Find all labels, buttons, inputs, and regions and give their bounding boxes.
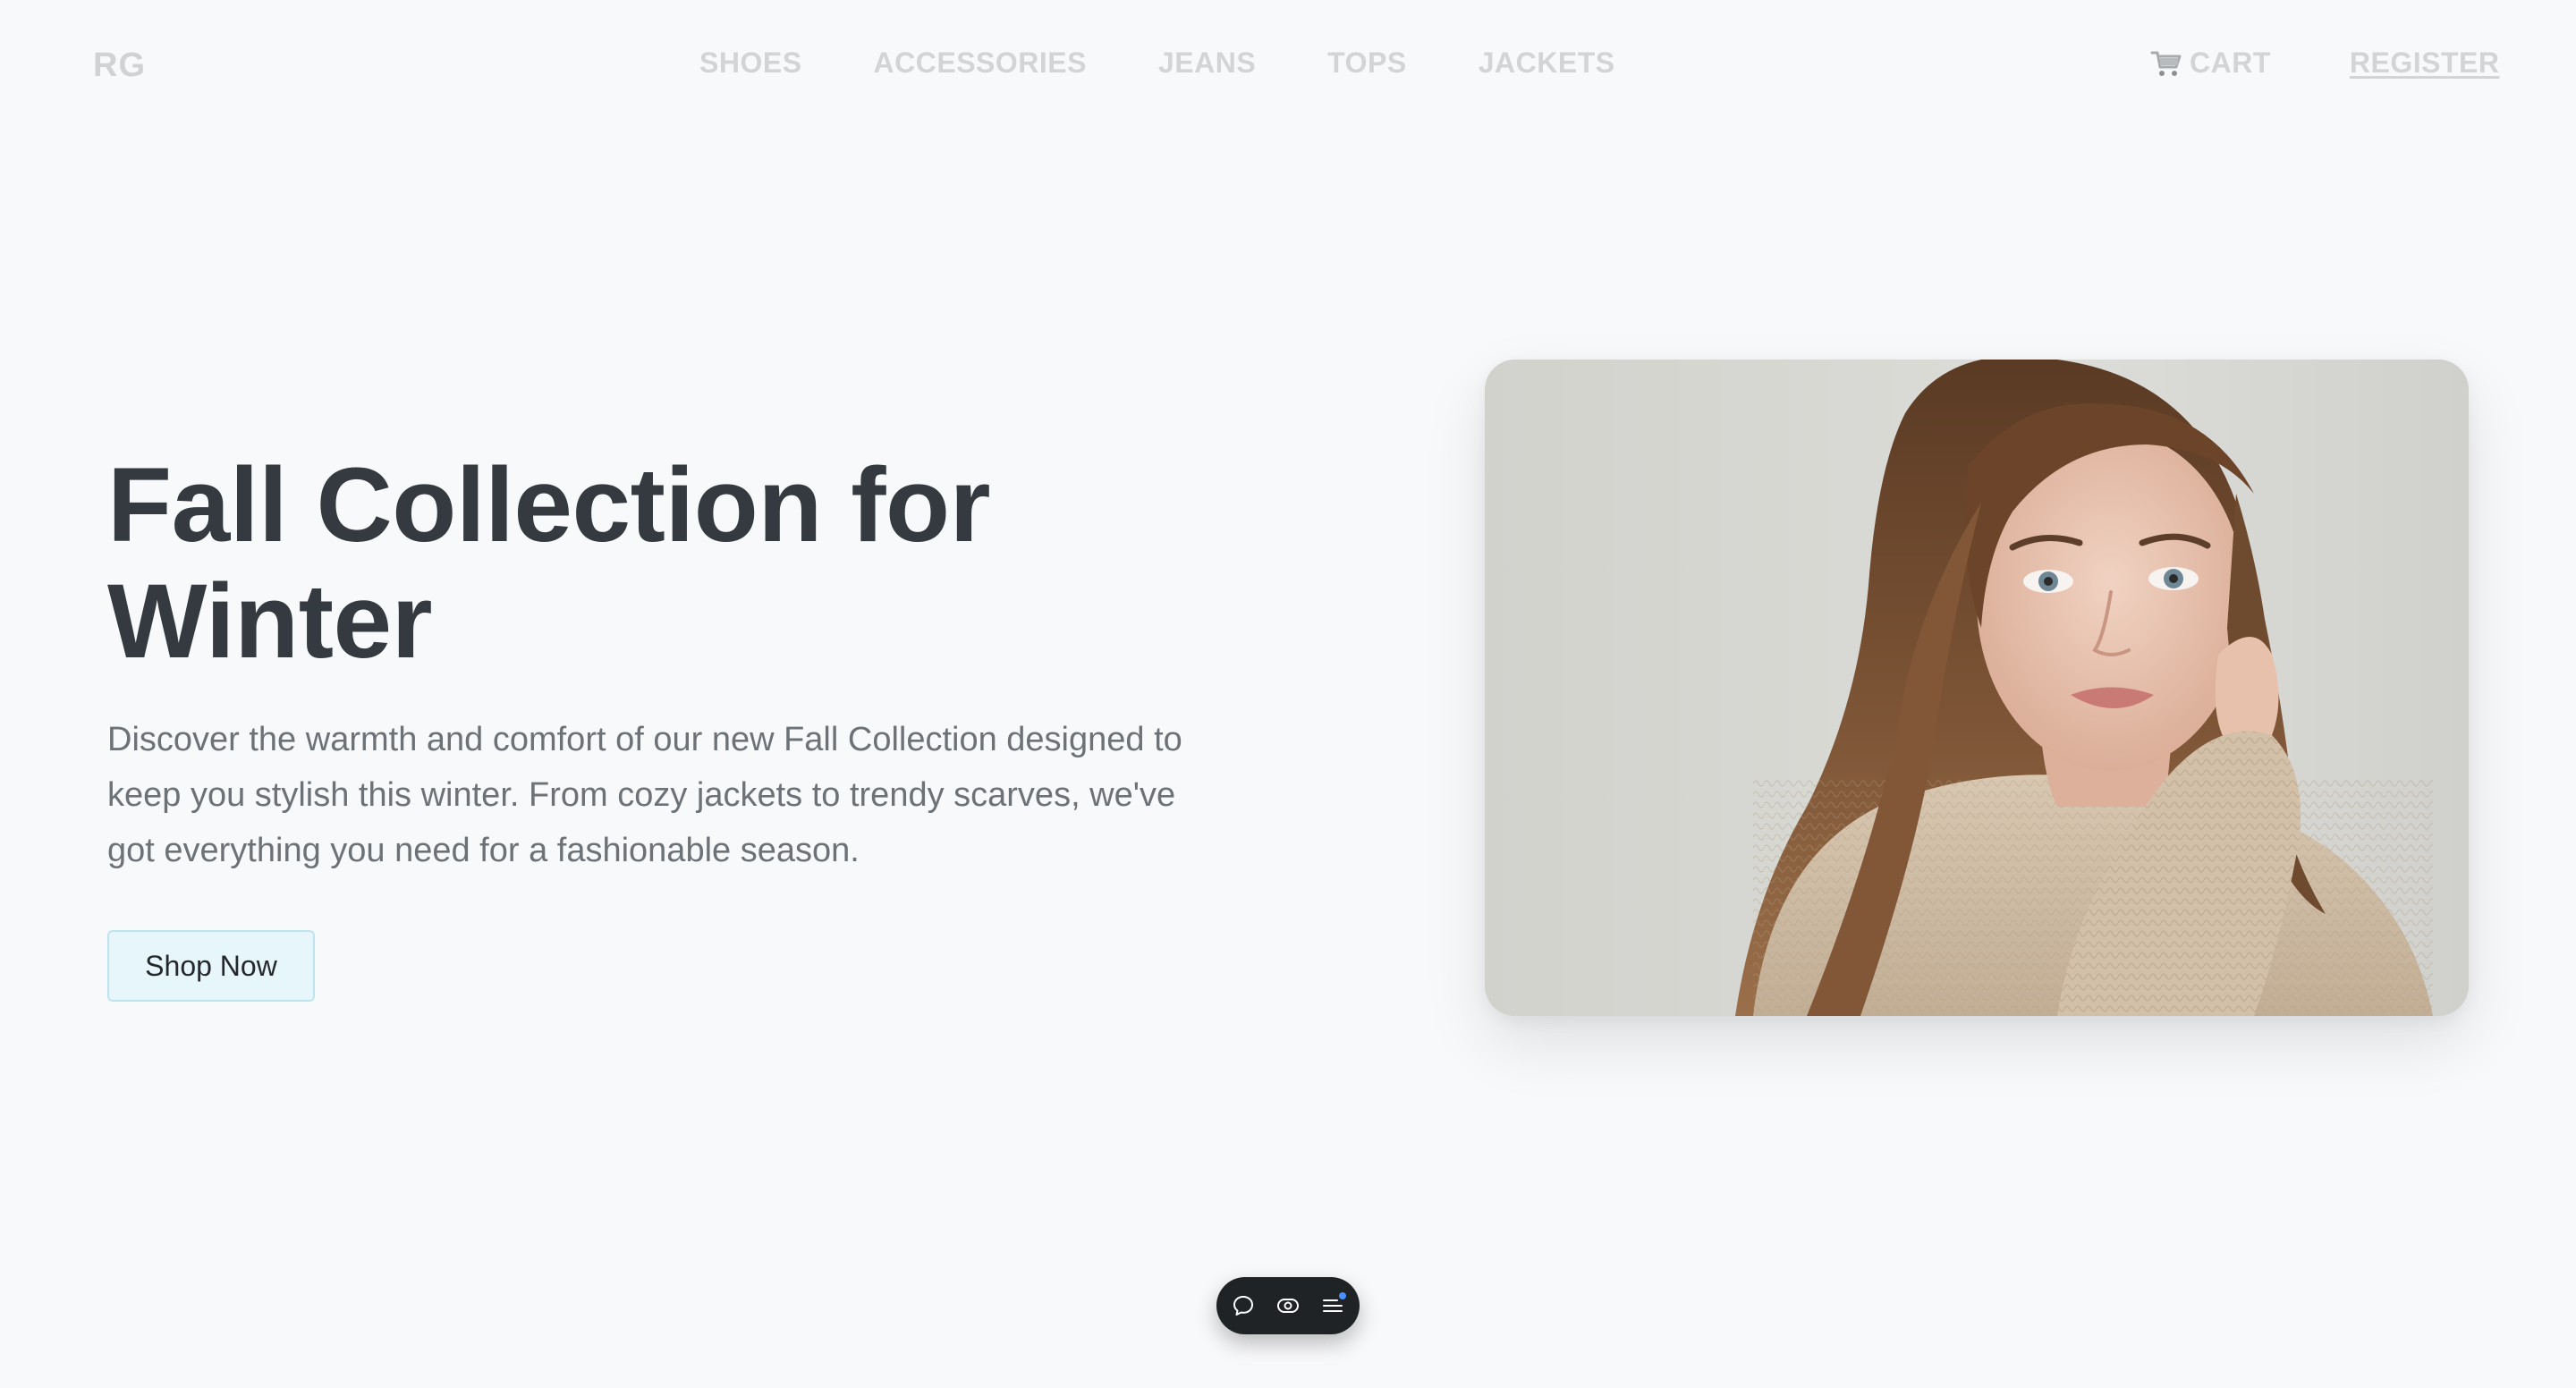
nav-accessories[interactable]: ACCESSORIES: [874, 47, 1087, 80]
notification-dot: [1339, 1292, 1346, 1299]
site-logo[interactable]: RG: [93, 47, 146, 85]
view-icon: [1277, 1299, 1299, 1313]
cart-label: CART: [2190, 47, 2271, 79]
nav-jeans[interactable]: JEANS: [1158, 47, 1256, 80]
shop-now-button[interactable]: Shop Now: [107, 930, 315, 1002]
nav-tops[interactable]: TOPS: [1327, 47, 1407, 80]
main-nav: SHOES ACCESSORIES JEANS TOPS JACKETS: [699, 47, 1615, 80]
hero-image: [1485, 360, 2469, 1016]
comment-button[interactable]: [1228, 1291, 1258, 1321]
hero-description: Discover the warmth and comfort of our n…: [107, 721, 1182, 869]
cart-link[interactable]: CART: [2150, 47, 2271, 80]
account-nav: CART REGISTER: [2150, 47, 2499, 80]
nav-shoes[interactable]: SHOES: [699, 47, 802, 80]
nav-jackets[interactable]: JACKETS: [1479, 47, 1615, 80]
register-link[interactable]: REGISTER: [2350, 47, 2500, 80]
comment-icon: [1233, 1296, 1253, 1316]
hero-title: Fall Collection for Winter: [107, 446, 991, 681]
cart-icon: [2150, 51, 2182, 76]
view-button[interactable]: [1273, 1291, 1303, 1321]
floating-toolbar: [1216, 1277, 1360, 1334]
menu-button[interactable]: [1318, 1291, 1348, 1321]
model-portrait-illustration: [1485, 360, 2469, 1016]
